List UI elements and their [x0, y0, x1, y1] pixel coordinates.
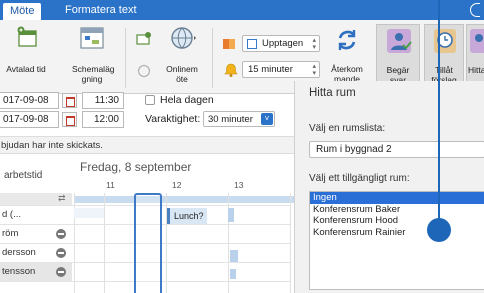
hour-label: 11 [106, 180, 115, 190]
room-list-label: Välj en rumslista: [309, 123, 386, 134]
scheduled-time-button[interactable]: Avtalad tid [4, 24, 48, 90]
info-bar: bjudan har inte skickats. [0, 136, 294, 154]
room-list-select[interactable]: Rum i byggnad 2 [309, 141, 484, 158]
busy-status-icon [247, 39, 257, 49]
scheduling-label-2: gning [81, 74, 103, 84]
recurrence-label-1: Återkom [331, 64, 363, 74]
start-time-field[interactable]: 11:30 [82, 92, 124, 109]
room-option[interactable]: Konferensrum Baker [310, 204, 484, 216]
grid-line [290, 193, 291, 293]
room-finder-pane: Hitta rum Välj en rumslista: Rum i byggn… [294, 81, 484, 293]
event-label: Lunch? [174, 211, 204, 221]
attendee-name: d (... [2, 209, 22, 220]
duration-select[interactable]: 30 minuter ˅ [203, 111, 275, 127]
attendee-row[interactable]: röm [0, 225, 72, 243]
meeting-time-selector[interactable] [134, 193, 162, 293]
help-icon[interactable] [470, 3, 480, 17]
find-room-label: Hitta [468, 65, 484, 75]
available-rooms-list[interactable]: Ingen Konferensrum Baker Konferensrum Ho… [309, 191, 484, 290]
busy-block [230, 269, 236, 279]
ribbon-divider [212, 28, 213, 88]
attendee-name: röm [2, 228, 19, 239]
event-block[interactable]: Lunch? [167, 208, 207, 224]
reminder-select[interactable]: 15 minuter ▴ ▾ [242, 61, 320, 78]
calendar-icon[interactable] [62, 93, 77, 108]
room-option[interactable]: Konferensrum Rainier [310, 227, 484, 239]
attendee-name: dersson [2, 247, 36, 258]
attendee-row[interactable]: d (... [0, 206, 72, 224]
hour-label: 13 [234, 180, 244, 190]
work-hours-label: arbetstid [4, 170, 43, 181]
globe-icon [171, 27, 196, 49]
refresh-icon[interactable]: ⇄ [58, 193, 66, 204]
room-option[interactable]: Ingen [310, 192, 484, 204]
recurrence-icon [338, 30, 356, 50]
show-as-select[interactable]: Upptagen ▴ ▾ [242, 35, 320, 52]
end-date-field[interactable]: 017-09-08 [0, 111, 59, 128]
appointment-icon [17, 26, 37, 47]
duration-label: Varaktighet: [145, 113, 201, 125]
busy-block [74, 208, 104, 218]
date-header: Fredag, 8 september [80, 160, 192, 174]
annotation-line [438, 0, 440, 226]
bell-icon [224, 63, 238, 77]
scheduling-assistant-button[interactable]: Schemaläg gning [72, 24, 115, 90]
room-finder-title: Hitta rum [309, 87, 356, 99]
remove-attendee-icon[interactable] [56, 267, 66, 277]
remove-attendee-icon[interactable] [56, 229, 66, 239]
request-response-icon [387, 29, 412, 53]
tab-format-text[interactable]: Formatera text [58, 0, 144, 20]
online-meeting-label-1: Onlinem [166, 64, 198, 74]
stepper-arrows-icon: ▴ ▾ [312, 37, 316, 51]
scheduling-label-1: Schemaläg [72, 64, 115, 74]
find-room-icon [470, 29, 484, 53]
show-as-value: Upptagen [262, 38, 304, 49]
reminder-value: 15 minuter [248, 64, 293, 75]
start-date-field[interactable]: 017-09-08 [0, 92, 59, 109]
online-meeting-label-2: öte [176, 74, 188, 84]
room-list-value: Rum i byggnad 2 [316, 144, 392, 155]
all-attendees-busy-bar [74, 196, 294, 203]
duration-value: 30 minuter [208, 114, 253, 125]
attendee-row[interactable]: tensson [0, 263, 72, 281]
busy-block [230, 250, 238, 262]
all-day-label: Hela dagen [160, 94, 214, 106]
add-attendee-icon[interactable] [136, 32, 152, 46]
status-color-icon [223, 39, 235, 49]
header-row: ⇄ [0, 193, 72, 205]
attendee-name: tensson [2, 266, 36, 277]
cancel-meeting-icon[interactable] [137, 64, 151, 78]
end-time-field[interactable]: 12:00 [82, 111, 124, 128]
scheduling-icon [80, 27, 104, 49]
allow-label-1: Tillåt [435, 65, 453, 75]
ribbon-divider [125, 28, 126, 88]
tab-meeting[interactable]: Möte [3, 3, 42, 20]
calendar-icon[interactable] [62, 112, 77, 127]
attendee-row[interactable]: dersson [0, 244, 72, 262]
hour-label: 12 [172, 180, 182, 190]
room-option[interactable]: Konferensrum Hood [310, 215, 484, 227]
online-meeting-button[interactable]: Onlinem öte [160, 24, 204, 90]
propose-time-icon [434, 29, 456, 53]
info-bar-text: bjudan har inte skickats. [1, 140, 103, 151]
annotation-dot [427, 218, 451, 242]
chevron-down-icon: ˅ [261, 113, 273, 125]
available-rooms-label: Välj ett tillgängligt rum: [309, 173, 410, 184]
all-day-checkbox[interactable] [145, 95, 155, 105]
ribbon-tab-bar: Möte Formatera text [0, 0, 484, 20]
stepper-arrows-icon: ▴ ▾ [312, 63, 316, 77]
request-label-1: Begär [386, 65, 410, 75]
remove-attendee-icon[interactable] [56, 248, 66, 258]
busy-block [228, 208, 234, 222]
scheduled-time-label: Avtalad tid [6, 64, 46, 74]
